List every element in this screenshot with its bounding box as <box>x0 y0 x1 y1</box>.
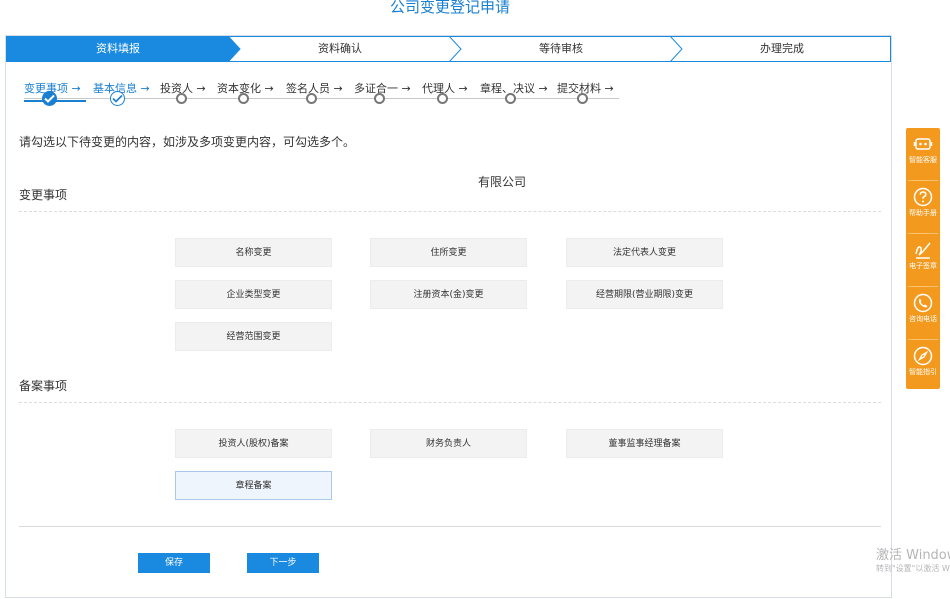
step-dot-icon <box>577 93 588 104</box>
next-step-button[interactable]: 下一步 <box>247 553 319 573</box>
instruction-text: 请勾选以下待变更的内容，如涉及多项变更内容，可勾选多个。 <box>19 135 356 149</box>
option-directors-filing[interactable]: 董事监事经理备案 <box>566 429 723 458</box>
option-company-type-change[interactable]: 企业类型变更 <box>175 280 332 309</box>
filing-section-title: 备案事项 <box>19 379 68 393</box>
watermark-title: 激活 Windows <box>876 548 950 563</box>
page-title: 公司变更登记申请 <box>389 0 510 16</box>
step-dot-icon <box>437 93 448 104</box>
save-button[interactable]: 保存 <box>138 553 210 573</box>
sidebar-label: 电子签章 <box>909 262 937 270</box>
divider <box>19 211 881 212</box>
arrow-right-icon: → <box>333 82 343 95</box>
arrow-right-icon: → <box>264 82 274 95</box>
watermark-subtitle: 转到"设置"以激活 Windows。 <box>876 564 950 573</box>
option-address-change[interactable]: 住所变更 <box>370 238 527 267</box>
step-data-confirm[interactable]: 资料确认 <box>240 36 440 62</box>
option-business-scope-change[interactable]: 经营范围变更 <box>175 322 332 351</box>
floating-sidebar: 智能客服 帮助手册 电子签章 咨询电话 智能指引 <box>906 128 940 389</box>
option-business-term-change[interactable]: 经营期限(营业期限)变更 <box>566 280 723 309</box>
sidebar-e-signature[interactable]: 电子签章 <box>906 234 940 286</box>
step-complete[interactable]: 办理完成 <box>682 36 882 62</box>
help-icon <box>913 187 933 207</box>
arrow-right-icon: → <box>604 82 614 95</box>
option-investor-equity-filing[interactable]: 投资人(股权)备案 <box>175 429 332 458</box>
option-registered-capital-change[interactable]: 注册资本(金)变更 <box>370 280 527 309</box>
sidebar-label: 帮助手册 <box>909 209 937 217</box>
phone-icon <box>913 293 933 313</box>
option-name-change[interactable]: 名称变更 <box>175 238 332 267</box>
step-await-review[interactable]: 等待审核 <box>461 36 661 62</box>
step-data-entry[interactable]: 资料填报 <box>18 36 218 62</box>
step-dot-icon <box>238 93 249 104</box>
check-circle-icon <box>42 91 57 106</box>
main-stepbar: 资料填报 资料确认 等待审核 办理完成 <box>6 36 891 62</box>
step-dot-icon <box>505 93 516 104</box>
change-section-title: 变更事项 <box>19 188 68 202</box>
arrow-right-icon: → <box>71 82 81 95</box>
check-circle-outline-icon <box>110 91 125 106</box>
step-dot-icon <box>306 93 317 104</box>
sub-stepbar: 变更事项 → 基本信息 → 投资人 → 资本变化 → 签名人员 → 多证合一 →… <box>24 80 644 110</box>
sidebar-smart-service[interactable]: 智能客服 <box>906 128 940 180</box>
robot-icon <box>913 138 933 150</box>
divider <box>19 402 881 403</box>
arrow-right-icon: → <box>458 82 468 95</box>
company-type: 有限公司 <box>478 175 527 189</box>
arrow-right-icon: → <box>196 82 206 95</box>
sidebar-smart-guide[interactable]: 智能指引 <box>906 340 940 392</box>
sidebar-label: 智能指引 <box>909 368 937 376</box>
option-articles-filing[interactable]: 章程备案 <box>175 471 332 500</box>
form-panel: 资料填报 资料确认 等待审核 办理完成 变更事项 → 基本信息 → 投资人 → … <box>5 35 892 598</box>
signature-icon <box>915 242 931 259</box>
arrow-right-icon: → <box>538 82 548 95</box>
arrow-right-icon: → <box>401 82 411 95</box>
sidebar-label: 咨询电话 <box>909 315 937 323</box>
step-dot-icon <box>176 93 187 104</box>
footer-divider <box>19 526 881 527</box>
sidebar-hotline[interactable]: 咨询电话 <box>906 287 940 339</box>
step-dot-icon <box>374 93 385 104</box>
activation-watermark: 激活 Windows 转到"设置"以激活 Windows。 <box>876 548 950 575</box>
compass-icon <box>913 346 933 366</box>
sidebar-help-manual[interactable]: 帮助手册 <box>906 181 940 233</box>
option-financial-officer[interactable]: 财务负责人 <box>370 429 527 458</box>
option-legal-rep-change[interactable]: 法定代表人变更 <box>566 238 723 267</box>
sidebar-label: 智能客服 <box>909 156 937 164</box>
arrow-right-icon: → <box>140 82 150 95</box>
